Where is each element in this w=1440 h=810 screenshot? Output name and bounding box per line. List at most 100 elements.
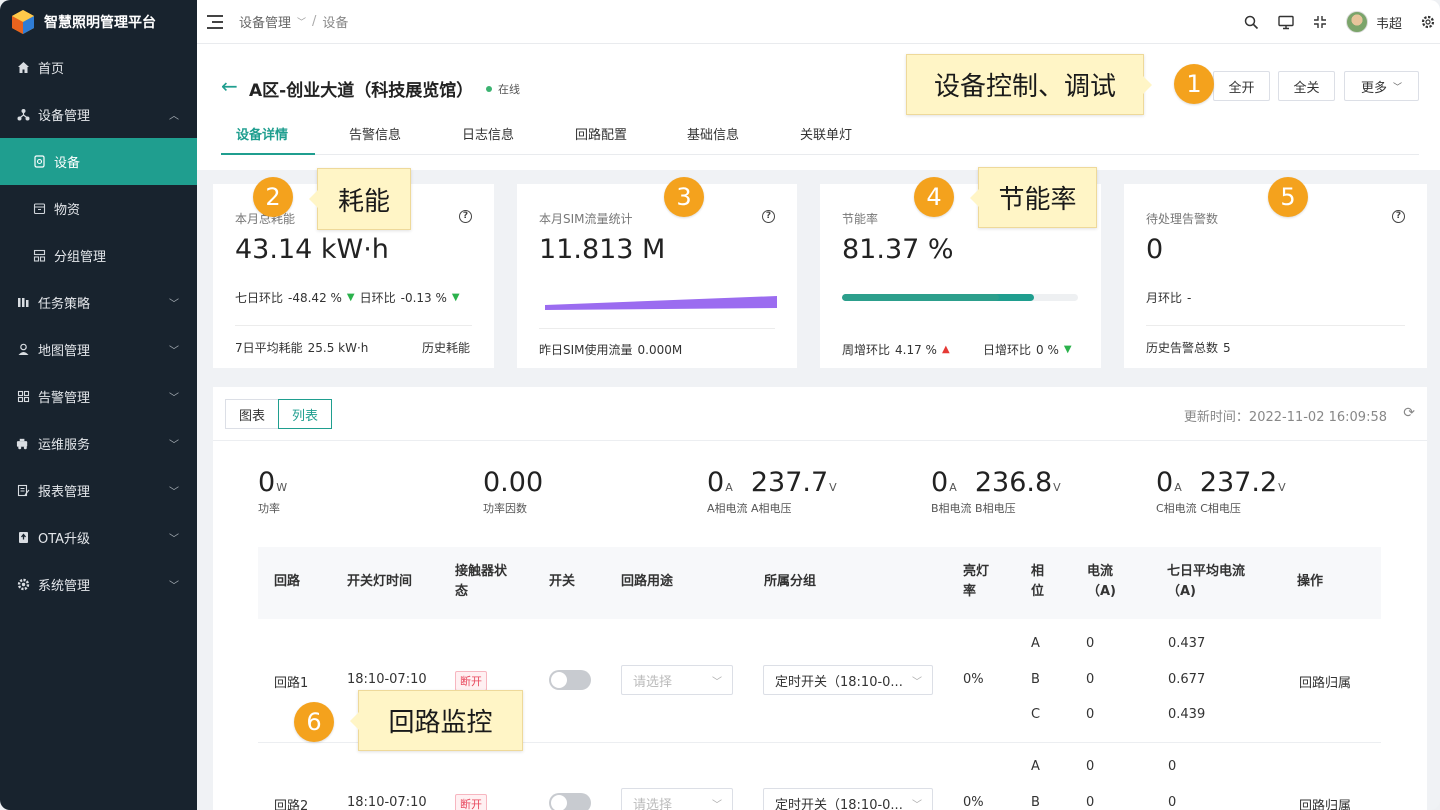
sim-yesterday-value: 0.000M (637, 342, 683, 357)
settings-icon (16, 578, 30, 592)
metric-value: 0 (258, 467, 276, 498)
sidebar-item-maintenance[interactable]: 运维服务 ﹀ (0, 420, 197, 467)
all-on-button[interactable]: 全开 (1213, 71, 1270, 101)
sidebar-item-label: 设备管理 (38, 109, 91, 124)
metric-caption: 功率因数 (483, 502, 527, 515)
loop-belong-link[interactable]: 回路归属 (1299, 672, 1351, 691)
tab-linked-lamps[interactable]: 关联单灯 (800, 124, 852, 143)
loop-belong-link[interactable]: 回路归属 (1299, 795, 1351, 810)
logo-icon (10, 9, 36, 35)
app-window: 智慧照明管理平台 首页 设备管理 ︿ 设备 物资 分组管理 任务策略 ﹀ 地图管… (0, 0, 1440, 810)
breadcrumb: 设备管理 ﹀ / 设备 (239, 12, 348, 31)
sidebar-item-supplies[interactable]: 物资 (0, 185, 197, 232)
select-placeholder: 请选择 (633, 674, 673, 690)
sidebar-item-groups[interactable]: 分组管理 (0, 232, 197, 279)
metric-value: 237.2 (1199, 467, 1278, 498)
loop-usage-select[interactable]: 请选择 ﹀ (621, 788, 733, 810)
group-select[interactable]: 定时开关（18:10-0... ﹀ (763, 788, 933, 810)
avatar[interactable] (1345, 11, 1368, 33)
metric-caption: A相电压 (751, 502, 792, 515)
help-icon[interactable]: ? (762, 210, 775, 223)
annotation-badge: 1 (1174, 64, 1214, 104)
gear-icon[interactable] (1420, 14, 1436, 30)
sidebar-item-task-strategy[interactable]: 任务策略 ﹀ (0, 279, 197, 326)
view-toggle: 图表 列表 (225, 399, 333, 429)
all-off-button[interactable]: 全关 (1278, 71, 1335, 101)
tab-alarms[interactable]: 告警信息 (349, 124, 401, 143)
metric-unit: W (276, 481, 288, 494)
tab-logs[interactable]: 日志信息 (462, 124, 514, 143)
avg-current: 0.437 (1168, 636, 1206, 651)
update-time: 更新时间：2022-11-02 16:09:58 (1183, 410, 1387, 425)
user-name[interactable]: 韦超 (1376, 13, 1402, 32)
sim-value: 11.813 M (539, 234, 666, 265)
chevron-down-icon: ﹀ (169, 393, 179, 404)
metric-value: 0 (1156, 467, 1174, 498)
list-view-button[interactable]: 列表 (278, 399, 333, 429)
saving-day-value: 0 % (1036, 342, 1059, 357)
switch-time: 18:10-07:10 (347, 795, 427, 810)
more-button[interactable]: 更多 ﹀ (1344, 71, 1419, 101)
menu-collapse-icon[interactable] (207, 14, 223, 29)
energy-compare-row: 七日环比 -48.42 % ▼ 日环比 -0.13 % ▼ (235, 289, 460, 306)
monitor-icon[interactable] (1278, 14, 1294, 30)
down-arrow-icon: ▼ (451, 292, 460, 303)
saving-progress-track (842, 294, 1078, 301)
annotation-callout: 节能率 (970, 167, 1097, 228)
tab-loop-config[interactable]: 回路配置 (575, 124, 627, 143)
sidebar-item-alarm[interactable]: 告警管理 ﹀ (0, 373, 197, 420)
annotation-callout: 设备控制、调试 (906, 54, 1152, 115)
sidebar-item-home[interactable]: 首页 (0, 44, 197, 91)
search-icon[interactable] (1244, 14, 1260, 30)
alarm-total-label: 历史告警总数 (1146, 341, 1219, 355)
tab-device-details[interactable]: 设备详情 (236, 124, 288, 143)
history-energy-link[interactable]: 历史耗能 (422, 339, 470, 356)
chart-view-button[interactable]: 图表 (225, 399, 280, 429)
sidebar-item-label: 报表管理 (38, 485, 91, 500)
column-header: 电流（A) (1087, 564, 1117, 599)
breadcrumb-item[interactable]: 设备管理 (239, 12, 291, 31)
sidebar-item-reports[interactable]: 报表管理 ﹀ (0, 467, 197, 514)
back-arrow-icon[interactable]: ← (221, 74, 238, 98)
sidebar-item-system[interactable]: 系统管理 ﹀ (0, 561, 197, 608)
sidebar-item-ota[interactable]: OTA升级 ﹀ (0, 514, 197, 561)
annotation-badge: 2 (253, 177, 293, 217)
metric-value: 0 (707, 467, 725, 498)
column-header: 七日平均电流（A) (1167, 564, 1246, 599)
metric-unit: V (829, 481, 837, 494)
sidebar-item-map[interactable]: 地图管理 ﹀ (0, 326, 197, 373)
loop-name: 回路2 (274, 799, 309, 810)
alarm-icon (16, 390, 30, 404)
sim-yesterday-row: 昨日SIM使用流量 0.000M (539, 341, 682, 358)
saving-day-row: 日增环比 0 % ▼ (983, 341, 1072, 358)
day-compare-value: -0.13 % (400, 290, 447, 305)
avg-energy-label: 7日平均耗能 (235, 341, 303, 355)
group-select[interactable]: 定时开关（18:10-0... ﹀ (763, 665, 933, 695)
loop-usage-select[interactable]: 请选择 ﹀ (621, 665, 733, 695)
switch-time: 18:10-07:10 (347, 672, 427, 687)
loop-switch-toggle[interactable] (549, 670, 591, 690)
sidebar-item-device[interactable]: 设备 (0, 138, 197, 185)
tab-basic-info[interactable]: 基础信息 (687, 124, 739, 143)
day-compare-label: 日环比 (359, 291, 396, 305)
tab-bar: 设备详情 告警信息 日志信息 回路配置 基础信息 关联单灯 (221, 112, 1419, 155)
phase: B (1031, 672, 1040, 687)
refresh-icon[interactable]: ⟳ (1403, 405, 1415, 421)
column-header: 相位 (1031, 564, 1045, 599)
current: 0 (1086, 707, 1095, 722)
metric-power-factor: 0.00 功率因数 (483, 467, 543, 516)
brand: 智慧照明管理平台 (0, 0, 197, 44)
contactor-status-badge: 断开 (455, 794, 487, 810)
help-icon[interactable]: ? (1392, 210, 1405, 223)
home-icon (16, 61, 30, 75)
help-icon[interactable]: ? (459, 210, 472, 223)
select-value: 定时开关（18:10-0... (775, 797, 903, 810)
fullscreen-icon[interactable] (1312, 14, 1328, 30)
sidebar-item-device-management[interactable]: 设备管理 ︿ (0, 91, 197, 138)
light-rate: 0% (963, 795, 984, 810)
chevron-down-icon: ﹀ (912, 676, 922, 688)
alarm-month-label: 月环比 (1146, 291, 1183, 305)
loop-switch-toggle[interactable] (549, 793, 591, 810)
saving-progress-inner (842, 294, 1000, 301)
saving-value: 81.37 % (842, 234, 954, 265)
